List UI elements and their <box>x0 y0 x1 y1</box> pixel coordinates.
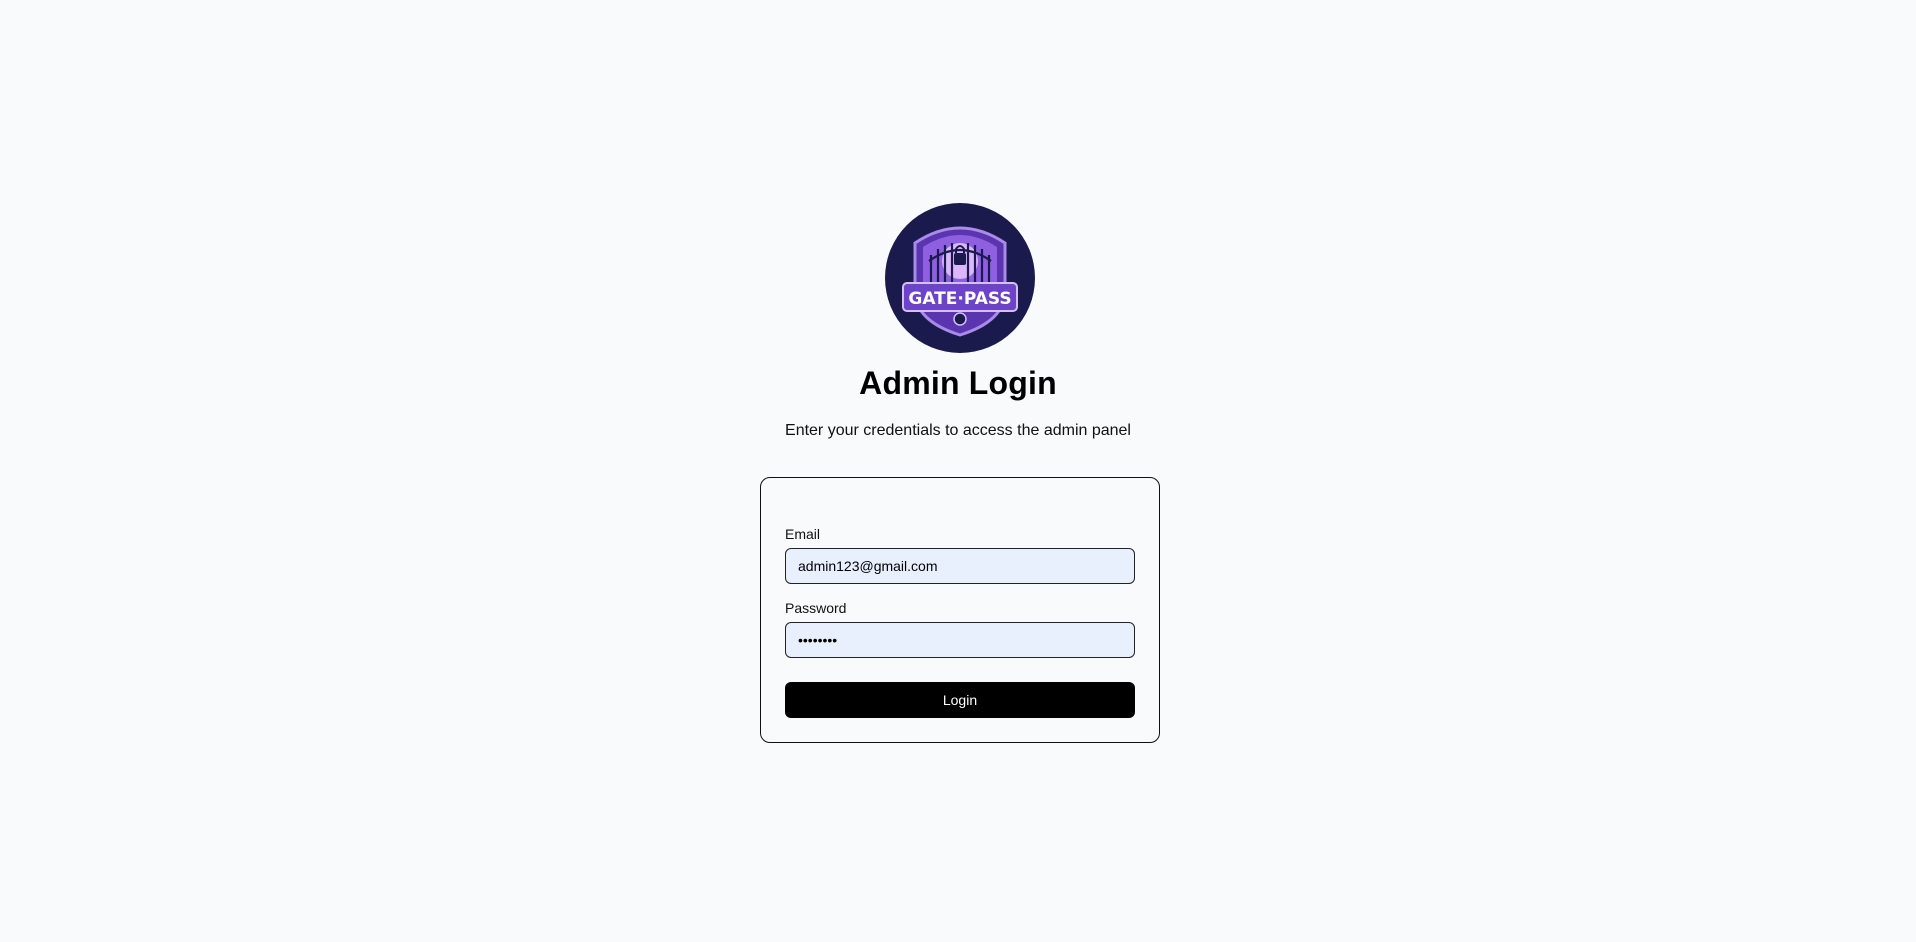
password-label: Password <box>785 600 847 616</box>
page-title: Admin Login <box>859 365 1057 401</box>
email-field[interactable] <box>785 548 1135 584</box>
login-button[interactable]: Login <box>785 682 1135 718</box>
email-label: Email <box>785 526 821 542</box>
gate-pass-logo: GATE·PASS <box>885 203 1035 353</box>
password-field[interactable] <box>785 622 1135 658</box>
page-subtitle: Enter your credentials to access the adm… <box>785 422 1131 439</box>
logo-text: GATE·PASS <box>908 289 1011 309</box>
login-page: GATE·PASS Admin Login Enter your credent… <box>0 0 1916 942</box>
login-form: Email Password Login <box>760 477 1160 743</box>
